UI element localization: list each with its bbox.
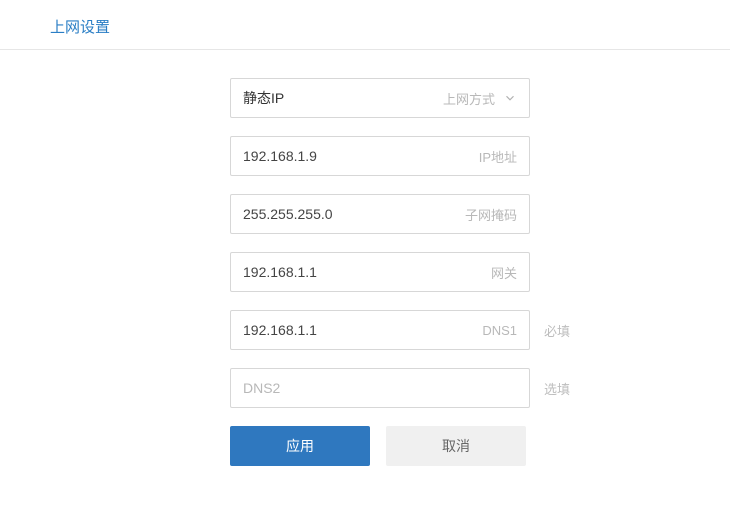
connection-mode-row: 静态IP 上网方式 bbox=[0, 78, 750, 118]
subnet-field[interactable]: 子网掩码 bbox=[230, 194, 530, 234]
dns2-note: 选填 bbox=[544, 379, 570, 398]
ip-row: IP地址 bbox=[0, 136, 750, 176]
subnet-row: 子网掩码 bbox=[0, 194, 750, 234]
dns1-row: DNS1 必填 bbox=[0, 310, 750, 350]
chevron-down-icon bbox=[503, 91, 517, 105]
dns2-input[interactable] bbox=[243, 380, 517, 396]
connection-mode-value: 静态IP bbox=[243, 88, 435, 108]
gateway-row: 网关 bbox=[0, 252, 750, 292]
page-title: 上网设置 bbox=[0, 0, 730, 50]
dns1-field[interactable]: DNS1 bbox=[230, 310, 530, 350]
apply-button[interactable]: 应用 bbox=[230, 426, 370, 466]
form-area: 静态IP 上网方式 IP地址 子网掩码 网关 DNS1 必填 bbox=[0, 50, 750, 466]
gateway-input[interactable] bbox=[243, 264, 483, 280]
connection-mode-label: 上网方式 bbox=[443, 89, 495, 108]
button-row: 应用 取消 bbox=[0, 426, 750, 466]
subnet-input[interactable] bbox=[243, 206, 457, 222]
dns1-note: 必填 bbox=[544, 321, 570, 340]
connection-mode-select[interactable]: 静态IP 上网方式 bbox=[230, 78, 530, 118]
gateway-field[interactable]: 网关 bbox=[230, 252, 530, 292]
cancel-button[interactable]: 取消 bbox=[386, 426, 526, 466]
dns1-label: DNS1 bbox=[482, 323, 517, 338]
dns2-row: 选填 bbox=[0, 368, 750, 408]
ip-input[interactable] bbox=[243, 148, 471, 164]
dns2-field[interactable] bbox=[230, 368, 530, 408]
subnet-label: 子网掩码 bbox=[465, 205, 517, 224]
gateway-label: 网关 bbox=[491, 263, 517, 282]
ip-label: IP地址 bbox=[479, 147, 517, 166]
ip-field[interactable]: IP地址 bbox=[230, 136, 530, 176]
dns1-input[interactable] bbox=[243, 322, 474, 338]
